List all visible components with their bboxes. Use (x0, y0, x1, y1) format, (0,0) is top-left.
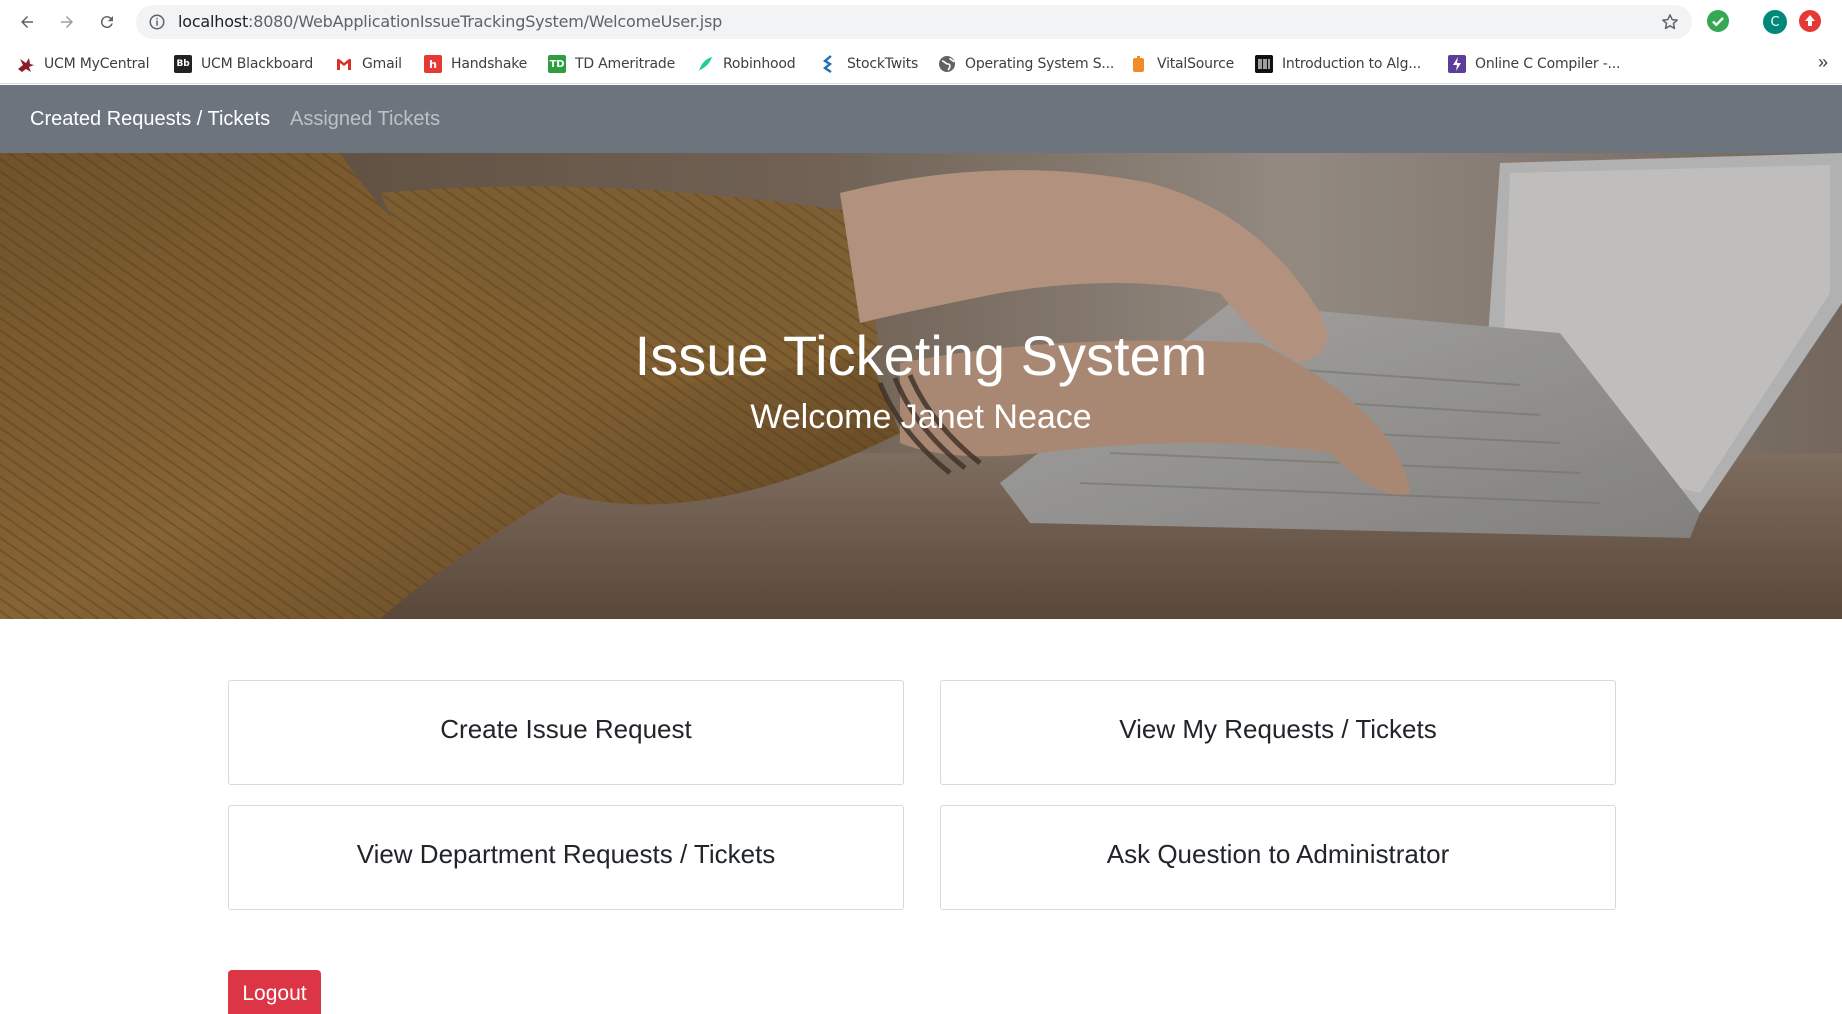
barcode-book-icon (1255, 55, 1273, 73)
view-department-requests-button[interactable]: View Department Requests / Tickets (228, 805, 904, 910)
card-label: View Department Requests / Tickets (356, 839, 776, 869)
hero-banner: Issue Ticketing System Welcome Janet Nea… (0, 153, 1842, 619)
bookmark-label: UCM MyCentral (44, 56, 150, 72)
td-icon: TD (548, 55, 566, 73)
bookmark-label: Operating System S... (965, 56, 1115, 72)
bookmark-label: TD Ameritrade (575, 56, 675, 72)
bookmark-vitalsource[interactable]: VitalSource (1130, 44, 1234, 84)
bookmark-label: VitalSource (1157, 56, 1235, 72)
bookmark-label: Handshake (451, 56, 528, 72)
bookmark-online-c-compiler[interactable]: Online C Compiler -... (1448, 44, 1621, 84)
forward-button[interactable] (53, 8, 81, 36)
back-button[interactable] (13, 8, 41, 36)
bookmark-ucm-mycentral[interactable]: UCM MyCentral (17, 44, 149, 84)
card-label: Create Issue Request (440, 714, 692, 744)
ask-administrator-button[interactable]: Ask Question to Administrator (940, 805, 1616, 910)
more-bookmarks-chevron-icon[interactable]: » (1818, 52, 1828, 73)
globe-icon (938, 55, 956, 73)
info-icon[interactable] (148, 13, 166, 31)
bookmark-label: UCM Blackboard (201, 56, 314, 72)
gmail-icon (335, 55, 353, 73)
page-title: Issue Ticketing System (634, 324, 1208, 387)
bookmark-label: Online C Compiler -... (1475, 56, 1621, 72)
stocktwits-icon (820, 55, 838, 73)
reload-button[interactable] (93, 8, 121, 36)
bookmark-stocktwits[interactable]: StockTwits (820, 44, 918, 84)
bookmark-label: StockTwits (847, 56, 919, 72)
robinhood-feather-icon (696, 55, 714, 73)
back-arrow-icon (21, 16, 33, 28)
extension-upload-icon[interactable] (1799, 10, 1821, 32)
welcome-message: Welcome Janet Neace (750, 398, 1092, 436)
bookmark-star-icon[interactable] (1660, 12, 1680, 32)
vitalsource-icon (1130, 55, 1148, 73)
address-bar[interactable]: localhost:8080/WebApplicationIssueTracki… (136, 5, 1692, 39)
card-label: View My Requests / Tickets (1119, 714, 1437, 744)
bookmark-operating-system[interactable]: Operating System S... (938, 44, 1114, 84)
blackboard-icon: Bb (174, 55, 192, 73)
compiler-bolt-icon (1448, 55, 1466, 73)
nav-assigned-tickets[interactable]: Assigned Tickets (290, 108, 440, 131)
create-issue-request-button[interactable]: Create Issue Request (228, 680, 904, 785)
view-my-requests-button[interactable]: View My Requests / Tickets (940, 680, 1616, 785)
logout-button[interactable]: Logout (228, 970, 321, 1014)
nav-created-requests[interactable]: Created Requests / Tickets (30, 108, 270, 131)
bookmarks-bar: UCM MyCentral Bb UCM Blackboard Gmail h … (0, 44, 1842, 84)
ucm-bobcat-icon (17, 55, 35, 73)
forward-arrow-icon (61, 16, 73, 28)
bookmark-label: Gmail (362, 56, 402, 72)
bookmark-label: Robinhood (723, 56, 796, 72)
browser-toolbar: localhost:8080/WebApplicationIssueTracki… (0, 0, 1842, 44)
url-text: localhost:8080/WebApplicationIssueTracki… (178, 12, 723, 31)
bookmark-label: Introduction to Alg... (1282, 56, 1422, 72)
bookmark-robinhood[interactable]: Robinhood (696, 44, 796, 84)
card-label: Ask Question to Administrator (1106, 839, 1450, 869)
profile-avatar[interactable]: C (1763, 10, 1787, 34)
extension-check-icon[interactable] (1707, 10, 1729, 32)
bookmark-gmail[interactable]: Gmail (335, 44, 402, 84)
app-navbar: Created Requests / Tickets Assigned Tick… (0, 85, 1842, 153)
reload-icon (100, 16, 113, 29)
handshake-icon: h (424, 55, 442, 73)
bookmark-ucm-blackboard[interactable]: Bb UCM Blackboard (174, 44, 313, 84)
bookmark-introduction-to-algorithms[interactable]: Introduction to Alg... (1255, 44, 1421, 84)
bookmark-handshake[interactable]: h Handshake (424, 44, 527, 84)
bookmark-td-ameritrade[interactable]: TD TD Ameritrade (548, 44, 675, 84)
